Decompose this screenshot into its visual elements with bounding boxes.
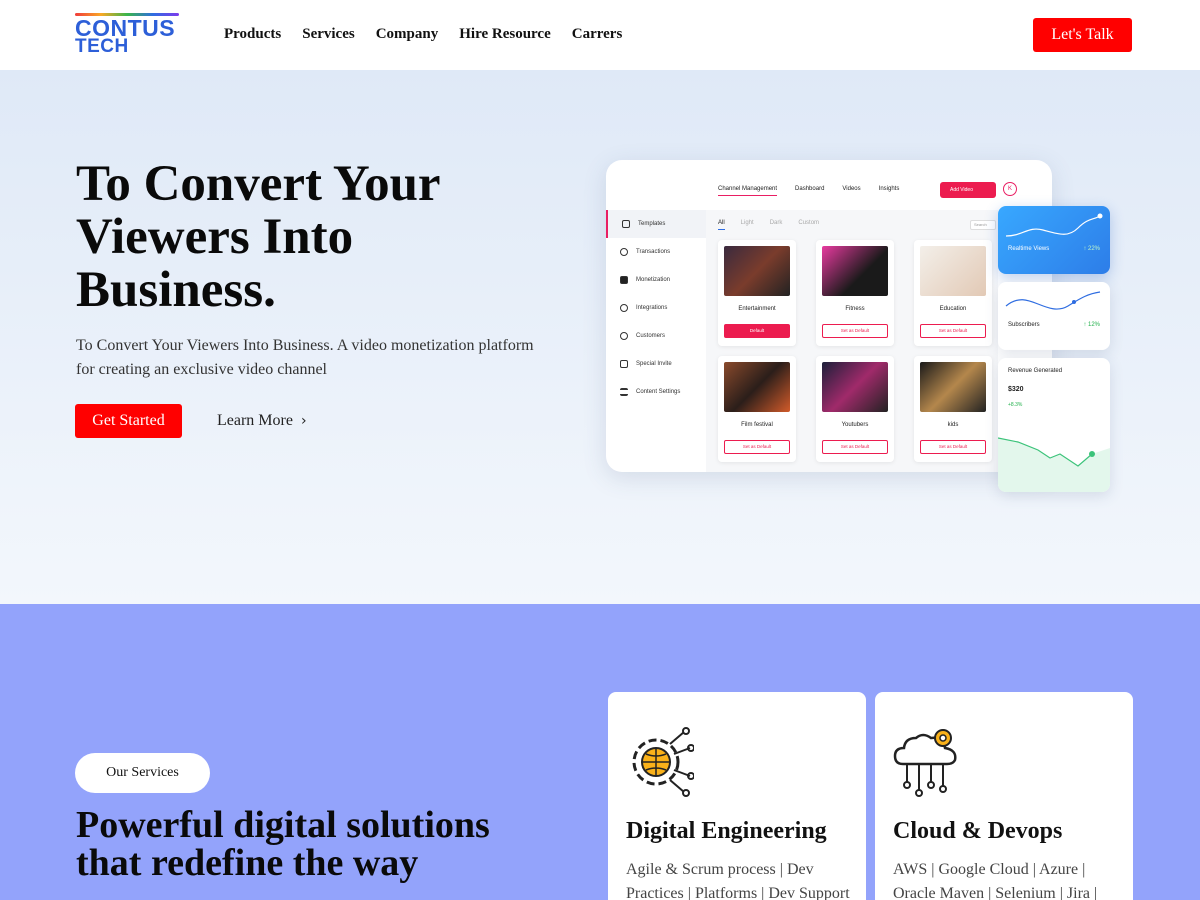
template-label: Education [939, 306, 967, 312]
dollar-icon [620, 248, 628, 256]
subscribers-line-icon [1005, 291, 1101, 310]
dash-sidebar-item: Transactions [606, 238, 706, 266]
dash-sidebar-label: Transactions [636, 249, 671, 255]
invite-icon [620, 360, 628, 368]
template-thumbnail [920, 246, 986, 296]
filter-tab: Dark [769, 220, 783, 226]
filter-tabs: All Light Dark Custom [718, 220, 819, 230]
template-label: Film festival [741, 422, 773, 428]
filter-tab: All [718, 220, 725, 230]
dash-sidebar-item: Templates [606, 210, 706, 238]
template-thumbnail [724, 362, 790, 412]
list-icon [620, 388, 628, 396]
dash-sidebar-label: Integrations [636, 305, 668, 311]
dash-tab-channel: Channel Management [718, 186, 778, 196]
dash-sidebar-item: Integrations [606, 294, 706, 322]
dashboard-sidebar: Templates Transactions Monetization Inte… [606, 210, 706, 472]
filter-tab: Light [740, 220, 754, 226]
template-set-default-button: Set as Default [724, 440, 790, 454]
dash-sidebar-item: Special Invite [606, 350, 706, 378]
template-thumbnail [920, 362, 986, 412]
dash-sidebar-label: Customers [636, 333, 666, 339]
template-card: Fitness Set as Default [816, 240, 894, 346]
dashboard-mockup: Channel Management Dashboard Videos Insi… [606, 160, 1052, 472]
filter-tab: Custom [798, 220, 820, 226]
play-icon [622, 220, 630, 228]
crown-icon [620, 276, 628, 284]
dash-sidebar-label: Templates [638, 221, 666, 227]
cloud-gear-icon [893, 729, 957, 797]
template-set-default-button: Set as Default [920, 324, 986, 338]
hero-section: To Convert Your Viewers Into Business. T… [0, 70, 1200, 604]
link-icon [620, 304, 628, 312]
realtime-line-icon [1005, 213, 1103, 237]
lets-talk-button[interactable]: Let's Talk [1033, 18, 1132, 52]
template-label: Youtubers [841, 422, 869, 428]
get-started-button[interactable]: Get Started [75, 404, 182, 438]
template-card: Education Set as Default [914, 240, 992, 346]
dashboard-main: All Light Dark Custom Search Entertainme… [706, 210, 998, 472]
top-nav: CONTUS TECH Products Services Company Hi… [0, 0, 1200, 70]
avatar: K [1003, 182, 1017, 196]
menu-item-products[interactable]: Products [224, 26, 281, 43]
dash-tab-insights: Insights [878, 186, 900, 192]
main-menu: Products Services Company Hire Resource … [224, 26, 622, 43]
dash-sidebar-item: Content Settings [606, 378, 706, 406]
dash-tab-videos: Videos [842, 186, 861, 192]
template-card: kids Set as Default [914, 356, 992, 462]
template-card: Film festival Set as Default [718, 356, 796, 462]
dash-sidebar-item: Customers [606, 322, 706, 350]
template-card: Youtubers Set as Default [816, 356, 894, 462]
our-services-pill[interactable]: Our Services [75, 753, 210, 793]
dash-sidebar-label: Monetization [636, 277, 671, 283]
services-section: Our Services Powerful digital solutions … [0, 604, 1200, 900]
template-set-default-button: Set as Default [920, 440, 986, 454]
template-set-default-button: Set as Default [822, 324, 888, 338]
service-card-cloud-devops[interactable]: Cloud & Devops AWS | Google Cloud | Azur… [875, 692, 1133, 900]
learn-more-label: Learn More [217, 412, 293, 429]
menu-item-carrers[interactable]: Carrers [572, 26, 623, 43]
revenue-area-icon [998, 437, 1110, 492]
service-title: Cloud & Devops [893, 818, 1063, 844]
gear-globe-icon [632, 727, 694, 797]
dash-sidebar-label: Content Settings [636, 389, 681, 395]
add-video-button: Add Video [940, 182, 996, 198]
service-description: AWS | Google Cloud | Azure | Oracle Mave… [893, 861, 1098, 900]
template-thumbnail [822, 362, 888, 412]
menu-item-company[interactable]: Company [376, 26, 439, 43]
template-card: Entertainment Default [718, 240, 796, 346]
services-heading: Powerful digital solutions that redefine… [76, 804, 490, 884]
template-default-button: Default [724, 324, 790, 338]
chevron-right-icon: › [300, 413, 307, 429]
menu-item-services[interactable]: Services [302, 26, 354, 43]
service-description: Agile & Scrum process | Dev Practices | … [626, 861, 850, 900]
service-title: Digital Engineering [626, 818, 827, 844]
realtime-views-label: Realtime Views [1008, 246, 1050, 252]
hero-title: To Convert Your Viewers Into Business. [76, 156, 440, 318]
subscribers-label: Subscribers [1008, 322, 1040, 328]
user-icon [620, 332, 628, 340]
learn-more-link[interactable]: Learn More › [217, 412, 307, 430]
dash-tab-dashboard: Dashboard [795, 186, 825, 192]
template-label: kids [947, 422, 959, 428]
menu-item-hire-resource[interactable]: Hire Resource [459, 26, 551, 43]
dashboard-tabs: Channel Management Dashboard Videos Insi… [718, 186, 899, 196]
template-label: Entertainment [738, 306, 776, 312]
template-label: Fitness [845, 306, 865, 312]
realtime-views-widget: Realtime Views ↑ 22% [998, 206, 1110, 274]
dash-search: Search [970, 220, 996, 230]
dash-sidebar-item: Monetization [606, 266, 706, 294]
subscribers-pct: ↑ 12% [1083, 322, 1100, 328]
realtime-views-pct: ↑ 22% [1083, 246, 1100, 252]
template-set-default-button: Set as Default [822, 440, 888, 454]
logo-text-line2: TECH [75, 36, 129, 57]
template-thumbnail [724, 246, 790, 296]
dash-sidebar-label: Special Invite [636, 361, 672, 367]
contus-logo[interactable]: CONTUS TECH [75, 13, 180, 57]
template-thumbnail [822, 246, 888, 296]
subscribers-widget: Subscribers ↑ 12% [998, 282, 1110, 350]
revenue-widget: Revenue Generated $320 +8.3% [998, 358, 1110, 492]
service-card-digital-engineering[interactable]: Digital Engineering Agile & Scrum proces… [608, 692, 866, 900]
hero-subtitle: To Convert Your Viewers Into Business. A… [76, 337, 534, 378]
